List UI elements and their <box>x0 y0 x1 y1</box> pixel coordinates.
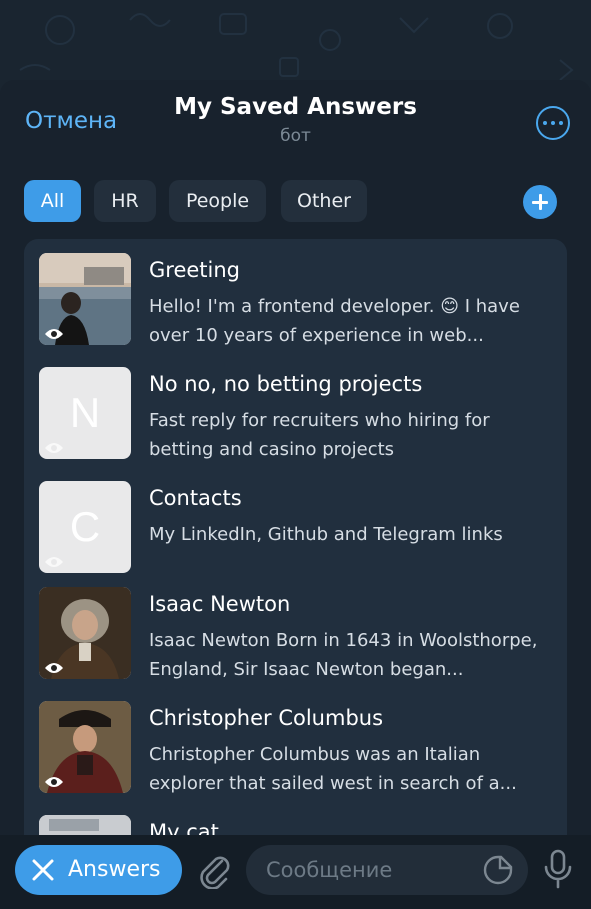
thumbnail: C <box>39 481 131 573</box>
tab-other[interactable]: Other <box>281 180 367 222</box>
tab-all[interactable]: All <box>24 180 81 222</box>
answers-label: Answers <box>68 857 161 882</box>
microphone-icon[interactable] <box>543 849 573 889</box>
plus-icon[interactable] <box>523 185 557 219</box>
list-item[interactable]: N No no, no betting projects Fast reply … <box>24 353 567 467</box>
thumbnail <box>39 587 131 679</box>
thumbnail <box>39 701 131 793</box>
answers-list[interactable]: Greeting Hello! I'm a frontend developer… <box>24 239 567 879</box>
paperclip-icon[interactable] <box>196 849 232 889</box>
more-dots-icon[interactable] <box>536 106 570 140</box>
input-bar: Answers <box>0 835 591 909</box>
close-icon <box>32 859 54 881</box>
eye-icon <box>45 663 63 673</box>
tab-people[interactable]: People <box>169 180 266 222</box>
item-title: Isaac Newton <box>149 592 291 616</box>
page-title: My Saved Answers <box>174 94 417 120</box>
tab-label: All <box>40 190 65 212</box>
page-subtitle: бот <box>280 126 311 146</box>
item-description: My LinkedIn, Github and Telegram links <box>149 524 503 545</box>
tab-hr[interactable]: HR <box>94 180 156 222</box>
thumbnail: N <box>39 367 131 459</box>
tab-label: HR <box>111 190 139 212</box>
item-description: Christopher Columbus was an Italian expl… <box>149 744 517 794</box>
sheet-header: Отмена My Saved Answers бот <box>0 80 591 170</box>
saved-answers-sheet: Отмена My Saved Answers бот All HR Peopl… <box>0 80 591 909</box>
item-title: Christopher Columbus <box>149 706 384 730</box>
list-item[interactable]: Greeting Hello! I'm a frontend developer… <box>24 239 567 353</box>
tab-label: People <box>185 190 250 212</box>
list-item[interactable]: Christopher Columbus Christopher Columbu… <box>24 687 567 801</box>
item-description: Fast reply for recruiters who hiring for… <box>149 410 490 460</box>
thumbnail <box>39 253 131 345</box>
item-title: Greeting <box>149 258 240 282</box>
eye-icon <box>45 557 63 567</box>
list-item[interactable]: Isaac Newton Isaac Newton Born in 1643 i… <box>24 573 567 687</box>
item-title: Contacts <box>149 486 242 510</box>
item-description: Isaac Newton Born in 1643 in Woolsthorpe… <box>149 630 538 680</box>
eye-icon <box>45 777 63 787</box>
item-description: Hello! I'm a frontend developer. 😊 I hav… <box>149 296 520 346</box>
eye-icon <box>45 329 63 339</box>
item-title: No no, no betting projects <box>149 372 423 396</box>
eye-icon <box>45 443 63 453</box>
answers-button[interactable]: Answers <box>15 845 182 895</box>
sticker-icon[interactable] <box>483 855 513 885</box>
list-item[interactable]: C Contacts My LinkedIn, Github and Teleg… <box>24 467 567 581</box>
tab-label: Other <box>297 190 351 212</box>
